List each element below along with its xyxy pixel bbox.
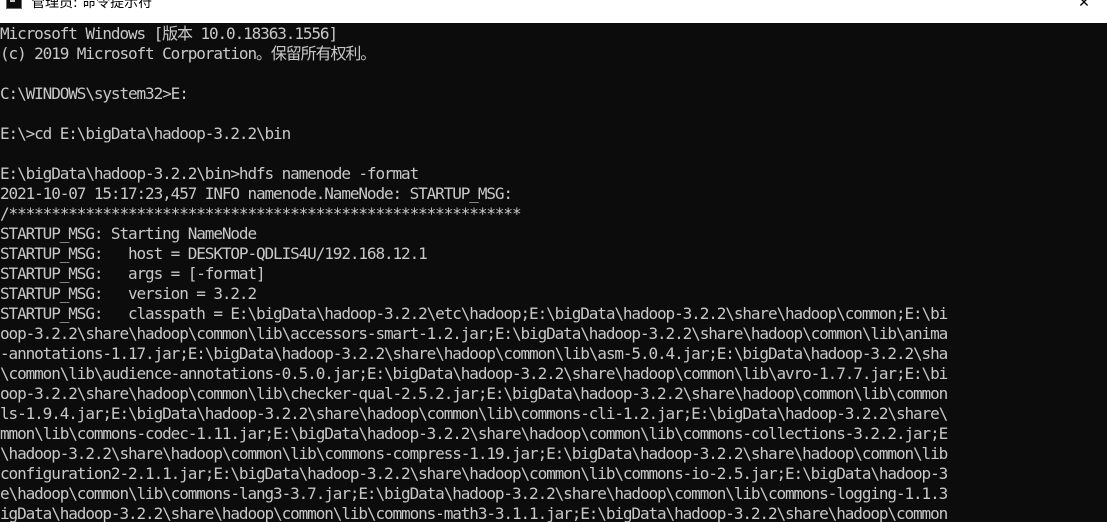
console-line: e\hadoop\common\lib\commons-lang3-3.7.ja… [0,484,948,503]
console-line: STARTUP_MSG: host = DESKTOP-QDLIS4U/192.… [0,244,428,263]
console-line: STARTUP_MSG: args = [-format] [0,264,266,283]
console-line: STARTUP_MSG: Starting NameNode [0,224,257,243]
command-prompt-window: 管理员: 命令提示符 ✕ Microsoft Windows [版本 10.0.… [0,0,1107,522]
console-line: STARTUP_MSG: version = 3.2.2 [0,284,257,303]
console-line: -annotations-1.17.jar;E:\bigData\hadoop-… [0,344,948,363]
console-line: STARTUP_MSG: classpath = E:\bigData\hado… [0,304,948,323]
console-output[interactable]: Microsoft Windows [版本 10.0.18363.1556] (c… [0,23,1107,522]
console-line: igData\hadoop-3.2.2\share\hadoop\common\… [0,504,948,522]
console-line: 2021-10-07 15:17:23,457 INFO namenode.Na… [0,184,513,203]
cmd-icon [6,0,22,9]
console-lines: Microsoft Windows [版本 10.0.18363.1556] (c… [0,24,948,522]
console-line: /***************************************… [0,204,522,223]
close-button[interactable]: ✕ [1061,0,1107,16]
window-title: 管理员: 命令提示符 [31,0,153,11]
console-line: oop-3.2.2\share\hadoop\common\lib\access… [0,324,948,343]
console-line: Microsoft Windows [版本 10.0.18363.1556] [0,24,338,43]
console-line: ls-1.9.4.jar;E:\bigData\hadoop-3.2.2\sha… [0,404,948,423]
console-line: \hadoop-3.2.2\share\hadoop\common\lib\co… [0,444,948,463]
console-line: E:\>cd E:\bigData\hadoop-3.2.2\bin [0,124,291,143]
console-line: mmon\lib\commons-codec-1.11.jar;E:\bigDa… [0,424,948,443]
console-line: oop-3.2.2\share\hadoop\common\lib\checke… [0,384,948,403]
console-line: (c) 2019 Microsoft Corporation。保留所有权利。 [0,44,376,63]
console-line: E:\bigData\hadoop-3.2.2\bin>hdfs namenod… [0,164,419,183]
title-bar[interactable]: 管理员: 命令提示符 ✕ [0,0,1107,20]
console-line: C:\WINDOWS\system32>E: [0,84,189,103]
console-line: \common\lib\audience-annotations-0.5.0.j… [0,364,948,383]
console-line: configuration2-2.1.1.jar;E:\bigData\hado… [0,464,948,483]
